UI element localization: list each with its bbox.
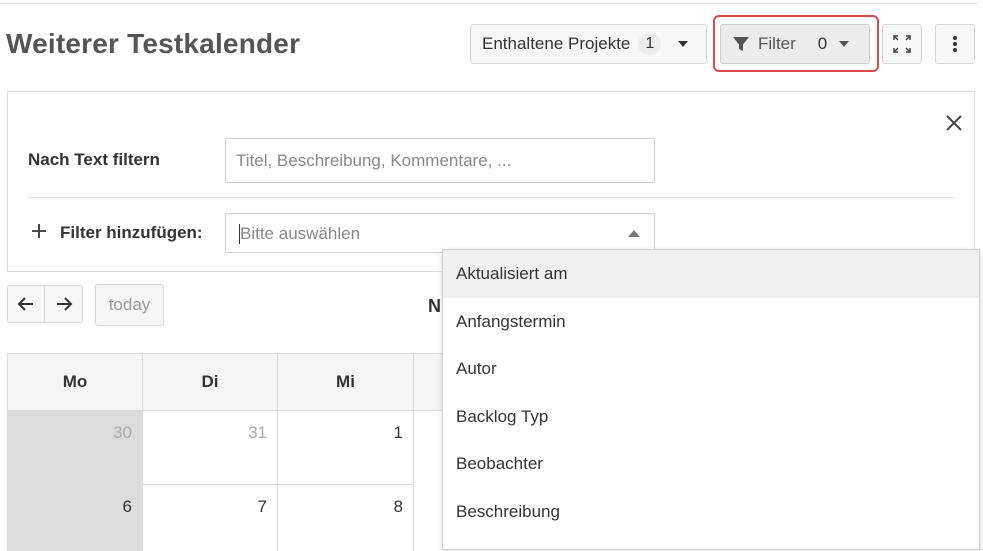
text-filter-input[interactable] [225, 138, 655, 183]
filter-panel: Nach Text filtern Filter hinzufügen: Bit… [7, 91, 975, 272]
calendar-day[interactable]: 7 [143, 485, 278, 551]
included-projects-label: Enthaltene Projekte [482, 34, 631, 53]
more-vertical-icon [953, 36, 957, 52]
chevron-down-icon [678, 41, 688, 47]
included-projects-button[interactable]: Enthaltene Projekte 1 [470, 24, 707, 64]
text-filter-label: Nach Text filtern [28, 150, 160, 169]
top-divider [0, 3, 978, 4]
dropdown-option[interactable]: Anfangstermin [443, 298, 979, 346]
add-filter-label: Filter hinzufügen: [60, 223, 203, 242]
page-title: Weiterer Testkalender [6, 28, 301, 59]
calendar-day[interactable]: 30 [8, 411, 143, 485]
panel-divider [28, 197, 954, 198]
more-options-button[interactable] [935, 24, 975, 64]
add-filter-select[interactable]: Bitte auswählen [225, 213, 655, 253]
month-title: N [428, 296, 441, 316]
dropdown-option[interactable]: Autor [443, 345, 979, 393]
dropdown-option[interactable]: Beobachter [443, 440, 979, 488]
chevron-up-icon [628, 230, 640, 237]
projects-count-badge: 1 [638, 33, 662, 55]
calendar-grid: Mo Di Mi 30 31 1 6 7 8 [7, 353, 448, 551]
next-button[interactable] [44, 285, 83, 323]
calendar-day[interactable]: 8 [278, 485, 414, 551]
calendar-day[interactable]: 1 [278, 411, 414, 485]
select-placeholder: Bitte auswählen [240, 224, 361, 243]
close-icon[interactable] [943, 112, 965, 134]
filter-button-highlight [713, 15, 879, 72]
dropdown-option[interactable]: Beschreibung [443, 488, 979, 536]
dropdown-option[interactable]: Aktualisiert am [443, 250, 979, 298]
weekday-header-mi: Mi [278, 354, 414, 411]
fullscreen-button[interactable] [882, 24, 922, 64]
filter-options-dropdown: Aktualisiert am Anfangstermin Autor Back… [442, 249, 980, 550]
today-button[interactable]: today [95, 284, 164, 326]
plus-icon [32, 224, 46, 238]
calendar-day[interactable]: 6 [8, 485, 143, 551]
prev-button[interactable] [7, 285, 45, 323]
arrow-left-icon [17, 297, 33, 311]
weekday-header-di: Di [143, 354, 278, 411]
arrow-right-icon [56, 297, 72, 311]
dropdown-option[interactable]: Backlog Typ [443, 393, 979, 441]
calendar-day[interactable]: 31 [143, 411, 278, 485]
weekday-header-mo: Mo [8, 354, 143, 411]
expand-icon [893, 35, 911, 53]
